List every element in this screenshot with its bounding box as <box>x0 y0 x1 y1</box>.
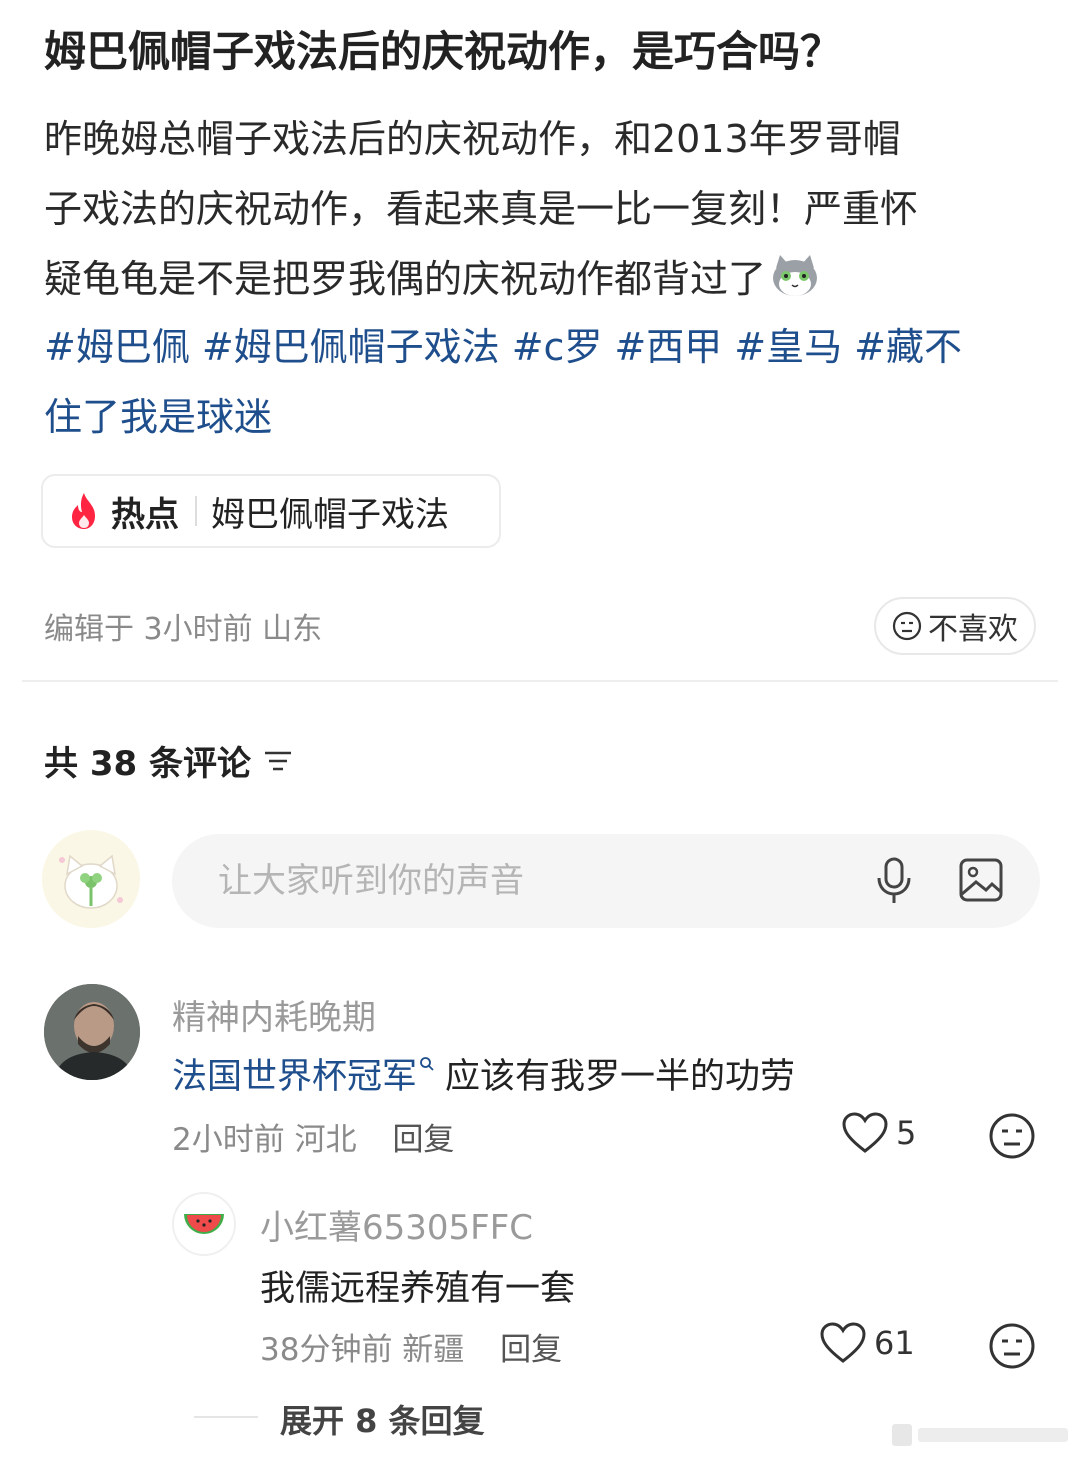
like-count: 61 <box>874 1324 915 1362</box>
hashtag-link-continued[interactable]: 住了我是球迷 <box>44 395 272 439</box>
post-meta: 编辑于 3小时前 山东 <box>44 612 323 647</box>
heart-icon <box>842 1112 888 1153</box>
comment-input[interactable] <box>216 860 840 902</box>
hashtag-line: 住了我是球迷 <box>44 382 1040 452</box>
avatar[interactable] <box>172 1192 236 1256</box>
reply-button[interactable]: 回复 <box>500 1332 562 1368</box>
hot-topic-name: 姆巴佩帽子戏法 <box>211 494 449 535</box>
chip-divider <box>195 496 197 526</box>
hot-label: 热点 <box>111 494 179 535</box>
comment-meta: 2小时前 河北 回复 <box>172 1114 454 1159</box>
meh-face-icon[interactable] <box>988 1112 1036 1160</box>
comment-body: 应该有我罗一半的功劳 <box>445 1057 796 1097</box>
expand-divider <box>194 1416 258 1418</box>
watermark-logo <box>892 1424 1068 1446</box>
hashtag-list: #姆巴佩 #姆巴佩帽子戏法 #c罗 #西甲 #皇马 #藏不 住了我是球迷 <box>44 312 1040 452</box>
comment-count[interactable]: 共 38 条评论 <box>44 736 293 785</box>
cat-avatar-icon <box>42 830 140 928</box>
reply-time-location: 38分钟前 新疆 <box>260 1332 465 1368</box>
comment-time-location: 2小时前 河北 <box>172 1122 357 1158</box>
comment-username[interactable]: 精神内耗晚期 <box>172 990 376 1039</box>
meh-face-icon[interactable] <box>988 1322 1036 1370</box>
dislike-label: 不喜欢 <box>928 612 1018 647</box>
hashtag-link[interactable]: #姆巴佩帽子戏法 <box>202 325 500 369</box>
comment-text: 法国世界杯冠军 应该有我罗一半的功劳 <box>172 1048 795 1099</box>
meh-face-icon <box>892 611 922 641</box>
like-button[interactable]: 61 <box>820 1322 915 1364</box>
post-body-line-text: 疑龟龟是不是把罗我偶的庆祝动作都背过了 <box>44 257 767 301</box>
avatar[interactable] <box>42 830 140 928</box>
avatar[interactable] <box>44 984 140 1080</box>
hashtag-link[interactable]: #姆巴佩 <box>44 325 190 369</box>
cat-emoji-icon <box>773 255 818 296</box>
search-icon <box>420 1057 434 1071</box>
hashtag-link[interactable]: #西甲 <box>614 325 722 369</box>
sort-icon <box>265 751 291 770</box>
hot-topic-chip[interactable]: 热点 姆巴佩帽子戏法 <box>41 474 501 548</box>
post-title: 姆巴佩帽子戏法后的庆祝动作，是巧合吗？ <box>44 27 843 76</box>
dislike-button[interactable]: 不喜欢 <box>874 597 1036 655</box>
hashtag-line: #姆巴佩 #姆巴佩帽子戏法 #c罗 #西甲 #皇马 #藏不 <box>44 312 1040 382</box>
image-icon[interactable] <box>958 856 1004 904</box>
post-body: 昨晚姆总帽子戏法后的庆祝动作，和2013年罗哥帽 子戏法的庆祝动作，看起来真是一… <box>44 104 1040 314</box>
hashtag-link[interactable]: #c罗 <box>512 325 603 369</box>
heart-icon <box>820 1322 866 1363</box>
hashtag-link[interactable]: #皇马 <box>734 325 842 369</box>
like-button[interactable]: 5 <box>842 1112 916 1154</box>
comment-count-text: 共 38 条评论 <box>44 744 251 784</box>
expand-replies-button[interactable]: 展开 8 条回复 <box>280 1396 485 1442</box>
comment-search-link[interactable]: 法国世界杯冠军 <box>172 1057 417 1097</box>
user-avatar-photo <box>44 984 140 1080</box>
flame-icon <box>72 493 95 529</box>
section-divider <box>22 680 1058 682</box>
reply-username[interactable]: 小红薯65305FFC <box>260 1200 533 1249</box>
hashtag-link[interactable]: #藏不 <box>854 325 962 369</box>
microphone-icon[interactable] <box>872 856 916 906</box>
watermelon-icon <box>184 1214 224 1234</box>
post-body-line: 疑龟龟是不是把罗我偶的庆祝动作都背过了 <box>44 244 1040 314</box>
reply-text: 我儒远程养殖有一套 <box>260 1269 576 1309</box>
post-body-line: 子戏法的庆祝动作，看起来真是一比一复刻！严重怀 <box>44 187 919 231</box>
like-count: 5 <box>896 1114 917 1152</box>
post-body-line: 昨晚姆总帽子戏法后的庆祝动作，和2013年罗哥帽 <box>44 117 901 161</box>
reply-meta: 38分钟前 新疆 回复 <box>260 1324 562 1369</box>
reply-button[interactable]: 回复 <box>392 1122 454 1158</box>
